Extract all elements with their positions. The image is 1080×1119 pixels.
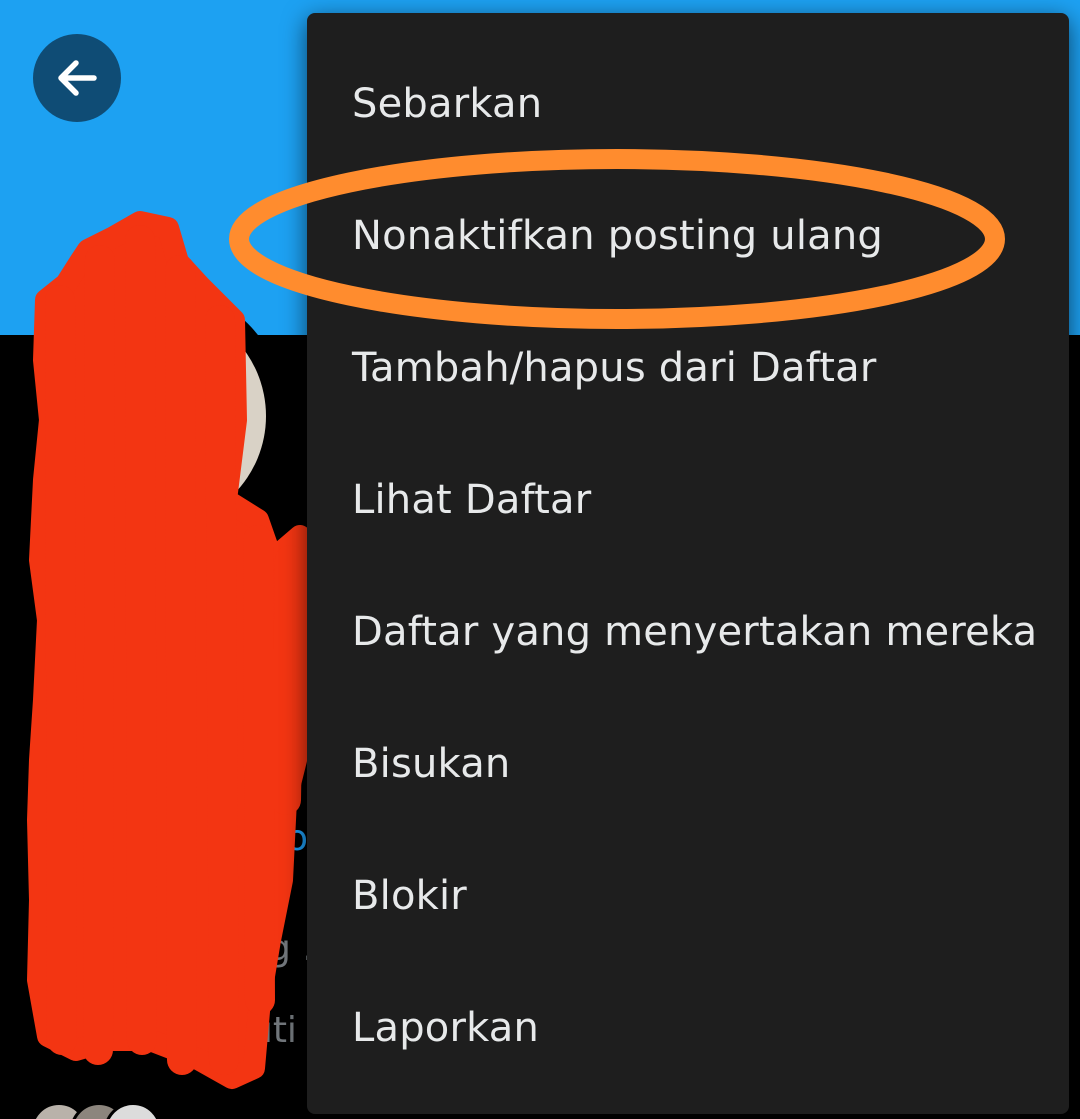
menu-item-share[interactable]: Sebarkan bbox=[307, 38, 1069, 170]
profile-text-fragment: y bbox=[286, 742, 308, 783]
profile-link-fragment[interactable]: o bbox=[286, 818, 308, 859]
arrow-left-icon bbox=[58, 60, 97, 96]
avatar-image bbox=[44, 305, 266, 527]
avatar[interactable] bbox=[24, 285, 286, 547]
menu-item-view-lists[interactable]: Lihat Daftar bbox=[307, 434, 1069, 566]
menu-item-disable-reposts[interactable]: Nonaktifkan posting ulang bbox=[307, 170, 1069, 302]
back-button[interactable] bbox=[33, 34, 121, 122]
profile-follow-fragment[interactable]: uti bbox=[250, 1010, 297, 1051]
menu-item-lists-including-them[interactable]: Daftar yang menyertakan mereka bbox=[307, 566, 1069, 698]
menu-item-mute[interactable]: Bisukan bbox=[307, 698, 1069, 830]
menu-item-report[interactable]: Laporkan bbox=[307, 962, 1069, 1094]
overflow-menu: Sebarkan Nonaktifkan posting ulang Tamba… bbox=[307, 13, 1069, 1114]
profile-screen: y o g . uti Sebarkan Nonaktifkan posting… bbox=[0, 0, 1080, 1119]
menu-item-block[interactable]: Blokir bbox=[307, 830, 1069, 962]
menu-item-add-remove-lists[interactable]: Tambah/hapus dari Daftar bbox=[307, 302, 1069, 434]
